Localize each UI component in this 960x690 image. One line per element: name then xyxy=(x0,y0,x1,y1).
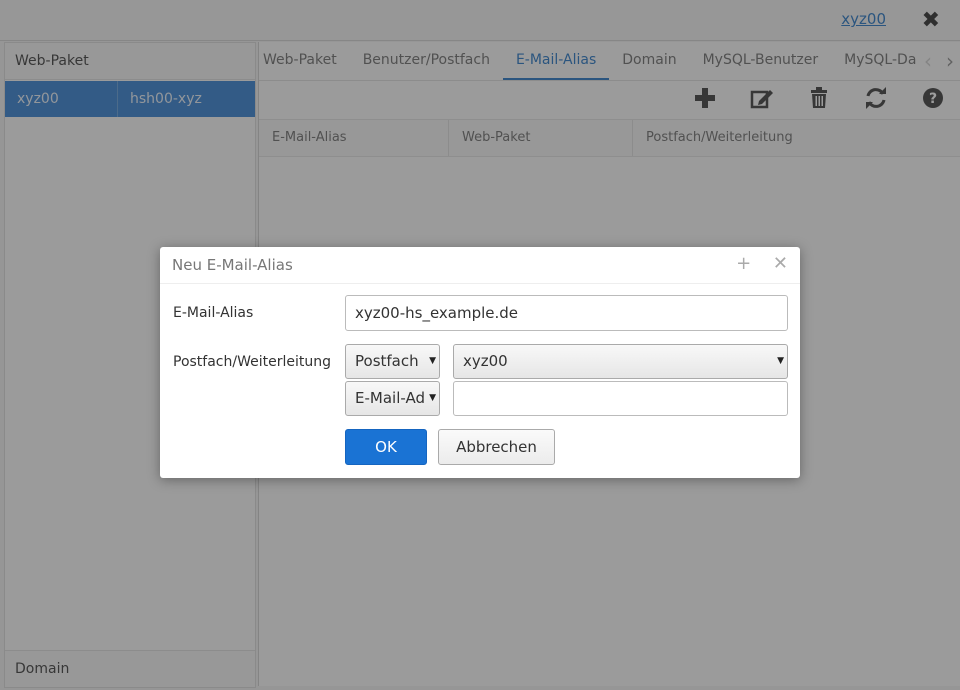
chevron-down-icon: ▼ xyxy=(777,356,784,366)
forward-type-value: E-Mail-Ad xyxy=(355,389,425,407)
chevron-down-icon: ▼ xyxy=(429,356,436,366)
email-alias-label: E-Mail-Alias xyxy=(173,305,254,321)
forward-address-input[interactable] xyxy=(453,381,788,416)
maximize-icon[interactable]: + xyxy=(736,253,751,274)
dialog-title: Neu E-Mail-Alias xyxy=(160,247,800,284)
ok-button[interactable]: OK xyxy=(345,429,427,465)
mailbox-forward-label: Postfach/Weiterleitung xyxy=(173,354,331,370)
new-email-alias-dialog: Neu E-Mail-Alias + ✕ E-Mail-Alias xyz00-… xyxy=(160,247,800,478)
mailbox-select[interactable]: xyz00 ▼ xyxy=(453,344,788,379)
cancel-button[interactable]: Abbrechen xyxy=(438,429,555,465)
chevron-down-icon: ▼ xyxy=(429,393,436,403)
forward-type-select[interactable]: E-Mail-Ad ▼ xyxy=(345,381,440,416)
email-alias-input[interactable]: xyz00-hs_example.de xyxy=(345,295,788,331)
mailbox-value: xyz00 xyxy=(463,352,508,370)
target-type-select[interactable]: Postfach ▼ xyxy=(345,344,440,379)
close-icon[interactable]: ✕ xyxy=(773,253,788,274)
target-type-value: Postfach xyxy=(355,352,419,370)
